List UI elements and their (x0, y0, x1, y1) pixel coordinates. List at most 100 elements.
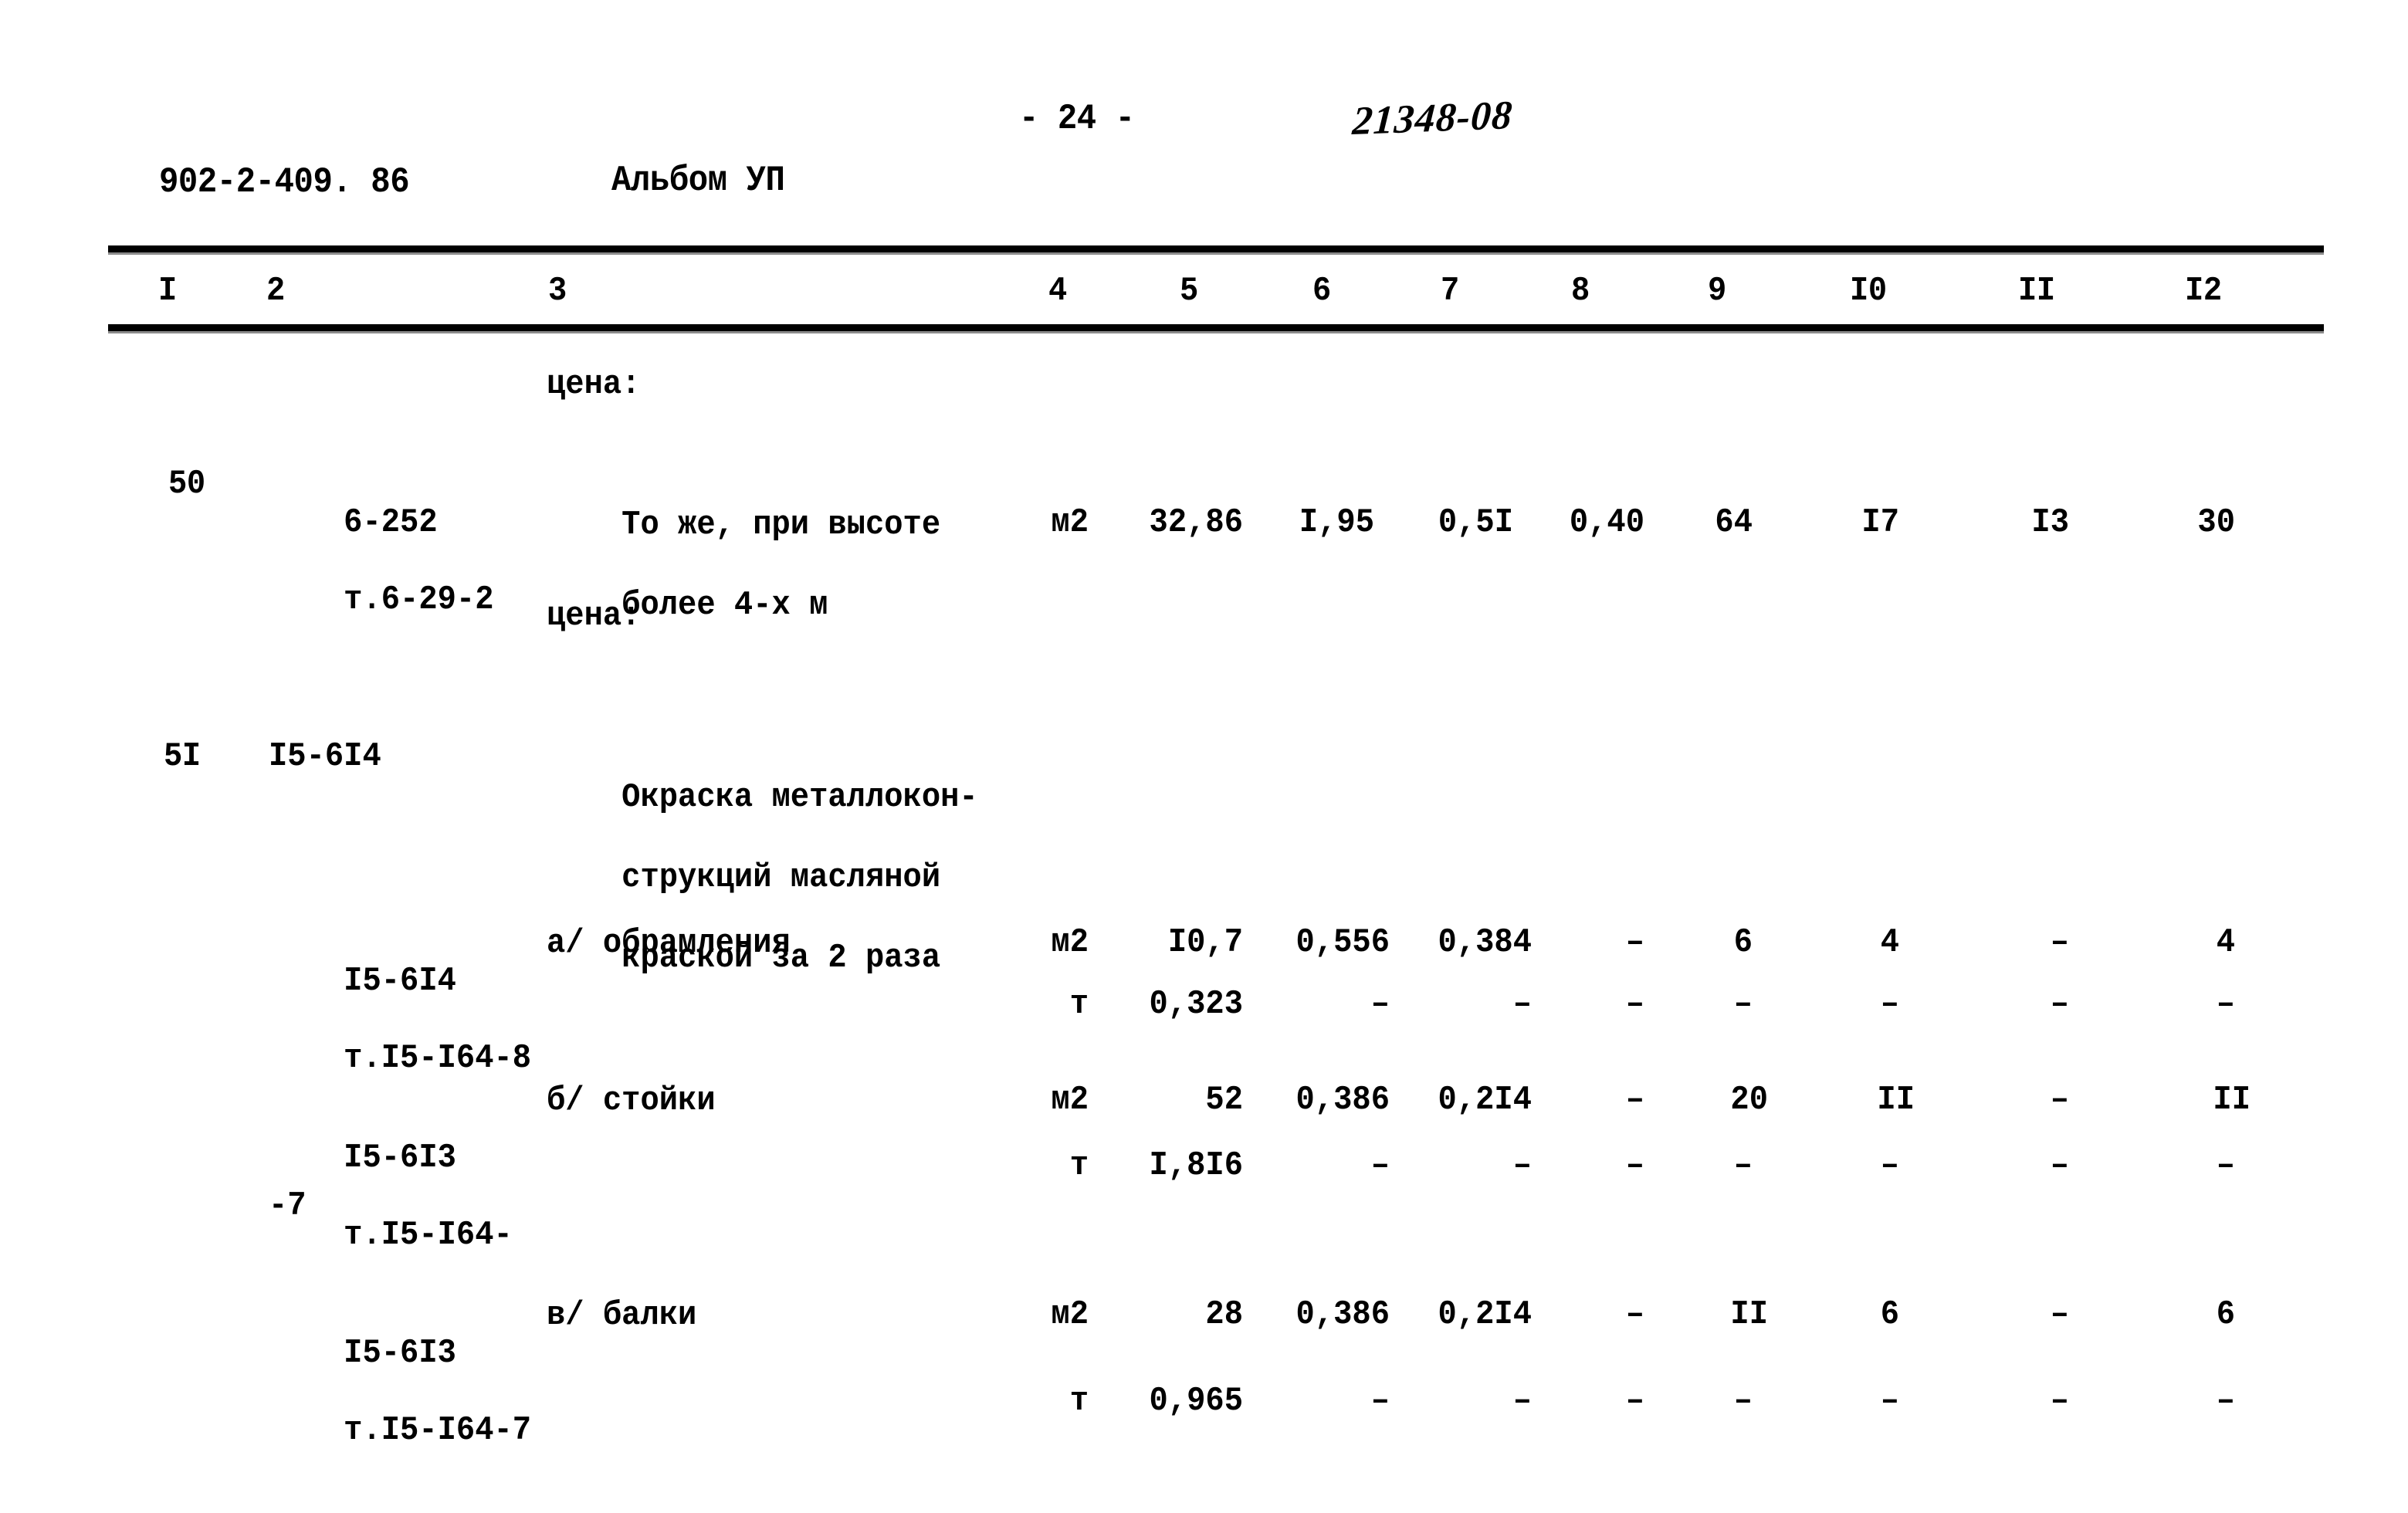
subrow-b2-col5: I,8I6 (1149, 1146, 1243, 1185)
subrow-a2-col7: – (1512, 985, 1532, 1024)
subrow-a-description: а/ обрамления (547, 924, 791, 963)
subrow-b2-col9: – (1733, 1146, 1753, 1185)
subrow-v-code-line1: I5-6I3 (344, 1334, 456, 1373)
column-header-3: 3 (548, 272, 567, 310)
subrow-a-col5: I0,7 (1167, 923, 1243, 962)
table-header-rule (108, 324, 2324, 333)
subrow-a-col6: 0,556 (1295, 923, 1390, 962)
subrow-b-code-line1: I5-6I3 (344, 1139, 456, 1177)
subrow-a2-col11: – (2050, 985, 2069, 1024)
subrow-a-col7: 0,384 (1438, 923, 1532, 962)
subrow-v-col5: 28 (1205, 1295, 1243, 1334)
subrow-b-unit-mass: т (1069, 1146, 1089, 1185)
column-header-4: 4 (1048, 272, 1067, 310)
column-header-7: 7 (1441, 272, 1459, 310)
subrow-a-unit-area: м2 (1051, 923, 1089, 962)
subrow-b2-col12: – (2216, 1146, 2235, 1185)
subrow-v2-col11: – (2050, 1382, 2069, 1420)
page-number: - 24 - (1019, 99, 1135, 139)
subrow-b-col7: 0,2I4 (1438, 1081, 1532, 1119)
row-50-col12: 30 (2197, 503, 2235, 542)
row-50-col8: 0,40 (1569, 503, 1644, 542)
row-50-col6: I,95 (1299, 503, 1374, 542)
subrow-a-col9: 6 (1733, 923, 1753, 962)
column-header-1: I (158, 272, 177, 310)
row-number-51: 5I (164, 737, 201, 776)
row-number-50: 50 (168, 465, 205, 503)
subrow-v-col11: – (2050, 1295, 2069, 1334)
subrow-a-col12: 4 (2216, 923, 2235, 962)
subrow-b-col12: II (2213, 1081, 2251, 1119)
subrow-a2-col10: – (1880, 985, 1899, 1024)
row-51-desc-line2: струкций масляной (621, 858, 941, 897)
subrow-v2-col12: – (2216, 1382, 2235, 1420)
row-50-code-line2: т.6-29-2 (344, 580, 494, 619)
subrow-v-col10: 6 (1880, 1295, 1899, 1334)
row-50-code-line1: 6-252 (344, 503, 438, 542)
column-header-10: I0 (1850, 272, 1887, 310)
table-top-rule (108, 245, 2324, 255)
row-50-col10: I7 (1861, 503, 1899, 542)
subrow-b2-col6: – (1370, 1146, 1390, 1185)
subrow-v2-col6: – (1370, 1382, 1390, 1420)
subrow-b-code-fragment: -7 (269, 1186, 307, 1225)
subrow-b-col8: – (1625, 1081, 1644, 1119)
subrow-b2-col8: – (1625, 1146, 1644, 1185)
subrow-a2-col8: – (1625, 985, 1644, 1024)
row-50-col9: 64 (1715, 503, 1753, 542)
subrow-v-unit-mass: т (1069, 1382, 1089, 1420)
subrow-b-col9: 20 (1730, 1081, 1768, 1119)
subrow-a-unit-mass: т (1069, 985, 1089, 1024)
subrow-v-col8: – (1625, 1295, 1644, 1334)
album-label: Альбом УП (611, 161, 785, 201)
row-50-col5: 32,86 (1149, 503, 1243, 542)
subrow-a2-col9: – (1733, 985, 1753, 1024)
subrow-a-code-line1: I5-6I4 (344, 962, 456, 1000)
subrow-b2-col7: – (1512, 1146, 1532, 1185)
subrow-a2-col12: – (2216, 985, 2235, 1024)
subrow-b-description: б/ стойки (547, 1081, 716, 1120)
column-header-8: 8 (1571, 272, 1590, 310)
subrow-v-col12: 6 (2216, 1295, 2235, 1334)
column-header-2: 2 (266, 272, 285, 310)
subrow-v2-col7: – (1512, 1382, 1532, 1420)
column-header-12: I2 (2185, 272, 2222, 310)
subrow-b-col5: 52 (1205, 1081, 1243, 1119)
document-code: 902-2-409. 86 (159, 162, 410, 202)
subrow-v-code-line2: т.I5-I64-7 (344, 1411, 532, 1450)
handwritten-stamp: 21348-08 (1351, 93, 1515, 144)
row-50-desc-line1: То же, при высоте (621, 506, 941, 544)
price-label-1: цена: (547, 365, 641, 404)
subrow-v2-col5: 0,965 (1149, 1382, 1243, 1420)
subrow-v2-col9: – (1733, 1382, 1753, 1420)
row-50-desc-line2: более 4-х м (621, 586, 828, 624)
subrow-v-code: I5-6I3 т.I5-I64-7 (269, 1295, 531, 1488)
price-label-2: цена: (547, 597, 641, 635)
subrow-v2-col8: – (1625, 1382, 1644, 1420)
column-header-11: II (2018, 272, 2055, 310)
subrow-b2-col10: – (1880, 1146, 1899, 1185)
row-50-unit: м2 (1051, 503, 1089, 542)
subrow-v-description: в/ балки (547, 1296, 697, 1335)
subrow-b-col11: – (2050, 1081, 2069, 1119)
row-51-code: I5-6I4 (269, 737, 381, 776)
subrow-v2-col10: – (1880, 1382, 1899, 1420)
row-51-desc-line1: Окраска металлокон- (621, 778, 978, 817)
column-header-6: 6 (1312, 272, 1331, 310)
subrow-v-unit-area: м2 (1051, 1295, 1089, 1334)
column-header-5: 5 (1180, 272, 1198, 310)
subrow-a-code-line2: т.I5-I64-8 (344, 1039, 532, 1078)
subrow-b-col10: II (1877, 1081, 1915, 1119)
subrow-a-code: I5-6I4 т.I5-I64-8 (269, 923, 531, 1116)
subrow-a-col10: 4 (1880, 923, 1899, 962)
row-50-code: 6-252 т.6-29-2 (269, 465, 494, 658)
document-page: 902-2-409. 86 Альбом УП - 24 - 21348-08 … (0, 0, 2408, 1513)
subrow-v-col9: II (1730, 1295, 1768, 1334)
row-50-col7: 0,5I (1438, 503, 1513, 542)
subrow-b2-col11: – (2050, 1146, 2069, 1185)
row-51-description: Окраска металлокон- струкций масляной кр… (547, 737, 978, 1018)
subrow-b-code-line2: т.I5-I64- (344, 1216, 513, 1254)
subrow-a2-col6: – (1370, 985, 1390, 1024)
subrow-a-col11: – (2050, 923, 2069, 962)
column-header-9: 9 (1708, 272, 1726, 310)
